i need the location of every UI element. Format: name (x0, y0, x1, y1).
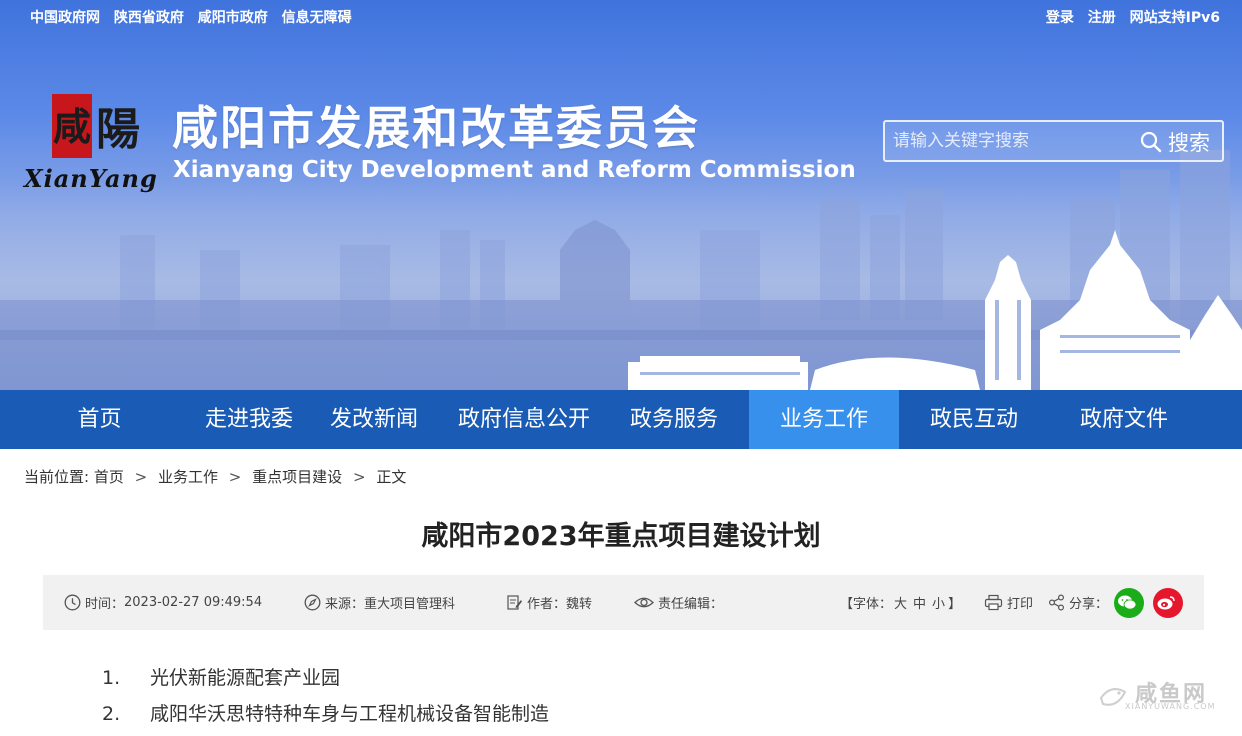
main-nav: 首页 走进我委 发改新闻 政府信息公开 政务服务 业务工作 政民互动 政府文件 (0, 390, 1242, 449)
list-item-number: 1. (102, 667, 121, 689)
share-weibo-button[interactable] (1153, 575, 1183, 630)
logo-subtitle: XianYang (24, 164, 158, 193)
breadcrumb-home[interactable]: 首页 (94, 468, 124, 486)
compass-icon (304, 594, 321, 611)
ipv6-link[interactable]: 网站支持IPv6 (1130, 10, 1220, 26)
xianyang-logo-icon: 咸 陽 (52, 94, 140, 158)
breadcrumb: 当前位置: 首页 > 业务工作 > 重点项目建设 > 正文 (24, 466, 406, 487)
list-item-text: 光伏新能源配套产业园 (150, 667, 341, 689)
print-button[interactable]: 打印 (984, 575, 1033, 630)
search-button[interactable]: 搜索 (1140, 128, 1210, 156)
svg-text:咸: 咸 (53, 104, 91, 149)
share-group: 分享： (1048, 575, 1108, 630)
nav-business[interactable]: 业务工作 (749, 390, 899, 449)
breadcrumb-separator: > (352, 468, 366, 486)
city-skyline-illustration (0, 150, 1242, 390)
search-input[interactable] (893, 128, 1133, 154)
search-button-label: 搜索 (1168, 131, 1210, 155)
search-box: 搜索 (883, 120, 1224, 162)
meta-time-value: 2023-02-27 09:49:54 (124, 595, 263, 610)
breadcrumb-label: 当前位置: (24, 468, 90, 486)
top-link-accessibility[interactable]: 信息无障碍 (282, 10, 352, 26)
list-item-text: 咸阳华沃思特特种车身与工程机械设备智能制造 (150, 703, 550, 725)
breadcrumb-key-projects[interactable]: 重点项目建设 (252, 468, 342, 486)
clock-icon (64, 594, 81, 611)
top-right-links: 登录 注册 网站支持IPv6 (1037, 7, 1220, 27)
nav-news[interactable]: 发改新闻 (299, 390, 449, 449)
share-icon (1048, 594, 1065, 611)
breadcrumb-separator: > (134, 468, 148, 486)
font-size-large[interactable]: 大 (894, 593, 907, 612)
eye-icon (634, 597, 654, 608)
header-banner: 中国政府网 陕西省政府 咸阳市政府 信息无障碍 登录 注册 网站支持IPv6 咸… (0, 0, 1242, 390)
meta-source: 来源： 重大项目管理科 (304, 575, 455, 630)
font-size-controls: 【字体： 大 中 小 】 (840, 575, 961, 630)
svg-text:陽: 陽 (96, 104, 140, 155)
nav-services[interactable]: 政务服务 (599, 390, 749, 449)
edit-document-icon (507, 595, 522, 610)
register-link[interactable]: 注册 (1088, 10, 1116, 26)
top-links: 中国政府网 陕西省政府 咸阳市政府 信息无障碍 (30, 7, 361, 27)
site-title: 咸阳市发展和改革委员会 (172, 101, 700, 155)
nav-interaction[interactable]: 政民互动 (899, 390, 1049, 449)
article-meta-bar: 时间： 2023-02-27 09:49:54 来源： 重大项目管理科 作者： … (43, 575, 1204, 630)
meta-time: 时间： 2023-02-27 09:49:54 (64, 575, 262, 630)
meta-author-value: 魏转 (566, 597, 593, 612)
meta-editor-label: 责任编辑： (658, 597, 724, 612)
wechat-icon (1114, 587, 1144, 618)
font-size-end: 】 (948, 597, 962, 612)
meta-time-label: 时间： (85, 597, 125, 612)
nav-about[interactable]: 走进我委 (199, 390, 299, 449)
meta-editor: 责任编辑： (634, 575, 723, 630)
font-size-label: 【字体： (840, 597, 893, 612)
breadcrumb-business[interactable]: 业务工作 (158, 468, 218, 486)
article-body-list: 1. 光伏新能源配套产业园 2. 咸阳华沃思特特种车身与工程机械设备智能制造 (102, 664, 549, 736)
top-link-shaanxi[interactable]: 陕西省政府 (114, 10, 184, 26)
article-title: 咸阳市2023年重点项目建设计划 (421, 521, 821, 552)
meta-source-label: 来源： (325, 597, 365, 612)
share-label: 分享： (1069, 597, 1109, 612)
search-icon (1140, 131, 1162, 153)
list-item-number: 2. (102, 703, 121, 725)
meta-author-label: 作者： (527, 597, 567, 612)
weibo-icon (1153, 587, 1183, 618)
login-link[interactable]: 登录 (1046, 10, 1074, 26)
font-size-small[interactable]: 小 (932, 593, 945, 612)
watermark: 咸鱼网 XIANYUWANG.COM (1097, 676, 1227, 716)
breadcrumb-current: 正文 (376, 468, 407, 486)
printer-icon (984, 594, 1003, 611)
font-size-medium[interactable]: 中 (913, 593, 926, 612)
watermark-url: XIANYUWANG.COM (1125, 702, 1216, 711)
nav-documents[interactable]: 政府文件 (1049, 390, 1199, 449)
nav-info-disclosure[interactable]: 政府信息公开 (449, 390, 599, 449)
share-wechat-button[interactable] (1114, 575, 1144, 630)
meta-source-value: 重大项目管理科 (364, 597, 456, 612)
meta-author: 作者： 魏转 (506, 575, 592, 630)
list-item: 2. 咸阳华沃思特特种车身与工程机械设备智能制造 (102, 700, 549, 736)
top-link-gov[interactable]: 中国政府网 (30, 10, 100, 26)
print-label: 打印 (1007, 597, 1034, 612)
nav-home[interactable]: 首页 (0, 390, 199, 449)
site-title-en: Xianyang City Development and Reform Com… (173, 157, 856, 183)
breadcrumb-separator: > (228, 468, 242, 486)
top-link-xianyang[interactable]: 咸阳市政府 (198, 10, 268, 26)
list-item: 1. 光伏新能源配套产业园 (102, 664, 549, 700)
